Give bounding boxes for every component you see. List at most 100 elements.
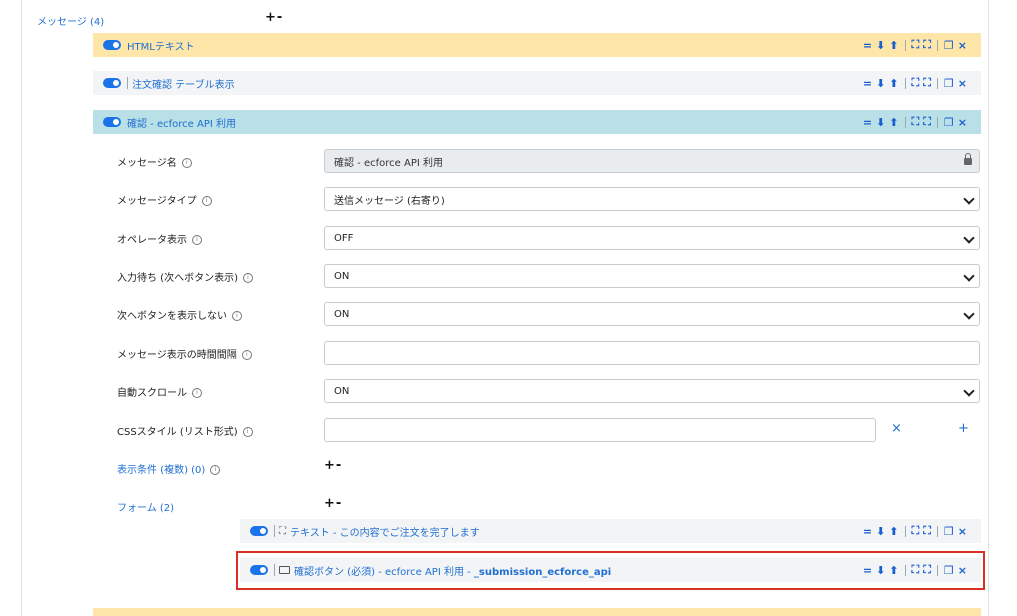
toolbar-divider	[904, 39, 906, 51]
selection-highlight	[236, 551, 985, 590]
label-text: CSSスタイル (リスト形式)	[117, 427, 238, 438]
toggle-switch[interactable]	[103, 117, 121, 127]
wait-input-label: 入力待ち (次へボタン表示) i	[117, 269, 253, 284]
message-bar-next[interactable]	[93, 608, 981, 616]
toggle-switch[interactable]	[103, 78, 121, 88]
copy-icon[interactable]: ❐	[944, 116, 954, 129]
toggle-switch[interactable]	[250, 526, 268, 536]
move-up-icon[interactable]: ⬆	[889, 39, 898, 52]
info-icon[interactable]: i	[181, 158, 192, 168]
display-conditions-link[interactable]: 表示条件 (複数) (0)	[117, 465, 205, 476]
message-type-select[interactable]: 送信メッセージ (右寄り)	[324, 187, 980, 211]
select-value: 送信メッセージ (右寄り)	[334, 195, 445, 207]
toolbar-divider	[904, 525, 906, 537]
display-conditions-row: 表示条件 (複数) (0) i	[117, 461, 221, 476]
auto-scroll-label: 自動スクロール i	[117, 384, 202, 399]
info-icon[interactable]: i	[241, 350, 252, 360]
select-value: ON	[334, 308, 350, 320]
message-bar-confirm-api[interactable]: 確認 - ecforce API 利用 = ⬇ ⬆ ⛶ ⛶ ❐ ×	[93, 110, 981, 134]
chevron-down-icon	[963, 385, 975, 397]
css-add-button[interactable]: +	[958, 421, 969, 436]
lock-icon	[964, 153, 972, 165]
collapse-icon[interactable]: ⛶	[912, 76, 920, 90]
close-icon[interactable]: ×	[958, 525, 967, 538]
wait-input-select[interactable]: ON	[324, 264, 980, 288]
bar-label[interactable]: テキスト - この内容でご注文を完了します	[290, 524, 480, 539]
close-icon[interactable]: ×	[958, 39, 967, 52]
form-bar-text-complete[interactable]: ⛶ テキスト - この内容でご注文を完了します = ⬇ ⬆ ⛶ ⛶ ❐ ×	[240, 519, 981, 543]
forms-add-remove[interactable]: +-	[324, 496, 342, 511]
css-style-input[interactable]	[324, 418, 876, 442]
copy-icon[interactable]: ❐	[944, 525, 954, 538]
close-icon[interactable]: ×	[958, 116, 967, 129]
expand-icon[interactable]: ⛶	[923, 76, 931, 90]
message-bar-order-confirm[interactable]: 注文確認 テーブル表示 = ⬇ ⬆ ⛶ ⛶ ❐ ×	[93, 71, 981, 95]
bar-label[interactable]: 注文確認 テーブル表示	[132, 76, 235, 91]
toolbar-divider	[936, 39, 938, 51]
display-interval-input[interactable]	[324, 341, 980, 365]
expand-icon[interactable]: ⛶	[923, 524, 931, 538]
message-name-label: メッセージ名 i	[117, 154, 192, 169]
collapse-icon[interactable]: ⛶	[912, 115, 920, 129]
css-clear-button[interactable]: ×	[891, 421, 902, 436]
frame-left-border	[21, 0, 22, 616]
move-down-icon[interactable]: ⬇	[876, 116, 885, 129]
operator-display-label: オペレータ表示 i	[117, 231, 202, 246]
forms-link[interactable]: フォーム (2)	[117, 499, 174, 514]
collapse-icon[interactable]: ⛶	[912, 38, 920, 52]
messages-add-remove[interactable]: +-	[265, 10, 283, 25]
move-down-icon[interactable]: ⬇	[876, 77, 885, 90]
message-name-field: 確認 - ecforce API 利用	[324, 149, 980, 173]
toggle-switch[interactable]	[103, 40, 121, 50]
reorder-icon[interactable]: =	[863, 525, 872, 538]
reorder-icon[interactable]: =	[863, 39, 872, 52]
css-style-label: CSSスタイル (リスト形式) i	[117, 423, 253, 438]
label-text: メッセージ名	[117, 158, 177, 169]
reorder-icon[interactable]: =	[863, 116, 872, 129]
info-icon[interactable]: i	[192, 388, 202, 398]
bar-toolbar: = ⬇ ⬆ ⛶ ⛶ ❐ ×	[863, 33, 967, 57]
move-up-icon[interactable]: ⬆	[889, 116, 898, 129]
select-value: OFF	[334, 232, 354, 244]
bar-label[interactable]: HTMLテキスト	[127, 38, 195, 53]
label-text: メッセージタイプ	[117, 196, 197, 207]
info-icon[interactable]: i	[242, 427, 253, 437]
bar-toolbar: = ⬇ ⬆ ⛶ ⛶ ❐ ×	[863, 71, 967, 95]
label-text: 次へボタンを表示しない	[117, 311, 227, 322]
toolbar-divider	[904, 116, 906, 128]
auto-scroll-select[interactable]: ON	[324, 379, 980, 403]
copy-icon[interactable]: ❐	[944, 77, 954, 90]
message-bar-html-text[interactable]: HTMLテキスト = ⬇ ⬆ ⛶ ⛶ ❐ ×	[93, 33, 981, 57]
chevron-down-icon	[963, 308, 975, 320]
label-divider	[127, 77, 128, 89]
chevron-down-icon	[963, 270, 975, 282]
info-icon[interactable]: i	[192, 235, 202, 245]
expand-icon[interactable]: ⛶	[923, 38, 931, 52]
label-text: 入力待ち (次へボタン表示)	[117, 273, 238, 284]
toolbar-divider	[936, 116, 938, 128]
move-down-icon[interactable]: ⬇	[876, 39, 885, 52]
info-icon[interactable]: i	[242, 273, 253, 283]
toolbar-divider	[936, 525, 938, 537]
expand-icon[interactable]: ⛶	[923, 115, 931, 129]
bar-toolbar: = ⬇ ⬆ ⛶ ⛶ ❐ ×	[863, 519, 967, 543]
display-conditions-add-remove[interactable]: +-	[324, 458, 342, 473]
collapse-icon[interactable]: ⛶	[912, 524, 920, 538]
operator-display-select[interactable]: OFF	[324, 226, 980, 250]
reorder-icon[interactable]: =	[863, 77, 872, 90]
info-icon[interactable]: i	[201, 196, 212, 206]
chevron-down-icon	[963, 232, 975, 244]
messages-link[interactable]: メッセージ (4)	[37, 13, 104, 28]
toolbar-divider	[936, 77, 938, 89]
move-down-icon[interactable]: ⬇	[876, 525, 885, 538]
info-icon[interactable]: i	[210, 465, 221, 475]
frame-right-border	[988, 0, 989, 616]
close-icon[interactable]: ×	[958, 77, 967, 90]
copy-icon[interactable]: ❐	[944, 39, 954, 52]
hide-next-select[interactable]: ON	[324, 302, 980, 326]
bar-label[interactable]: 確認 - ecforce API 利用	[127, 115, 236, 130]
info-icon[interactable]: i	[232, 311, 242, 321]
move-up-icon[interactable]: ⬆	[889, 77, 898, 90]
move-up-icon[interactable]: ⬆	[889, 525, 898, 538]
display-interval-label: メッセージ表示の時間間隔 i	[117, 346, 252, 361]
